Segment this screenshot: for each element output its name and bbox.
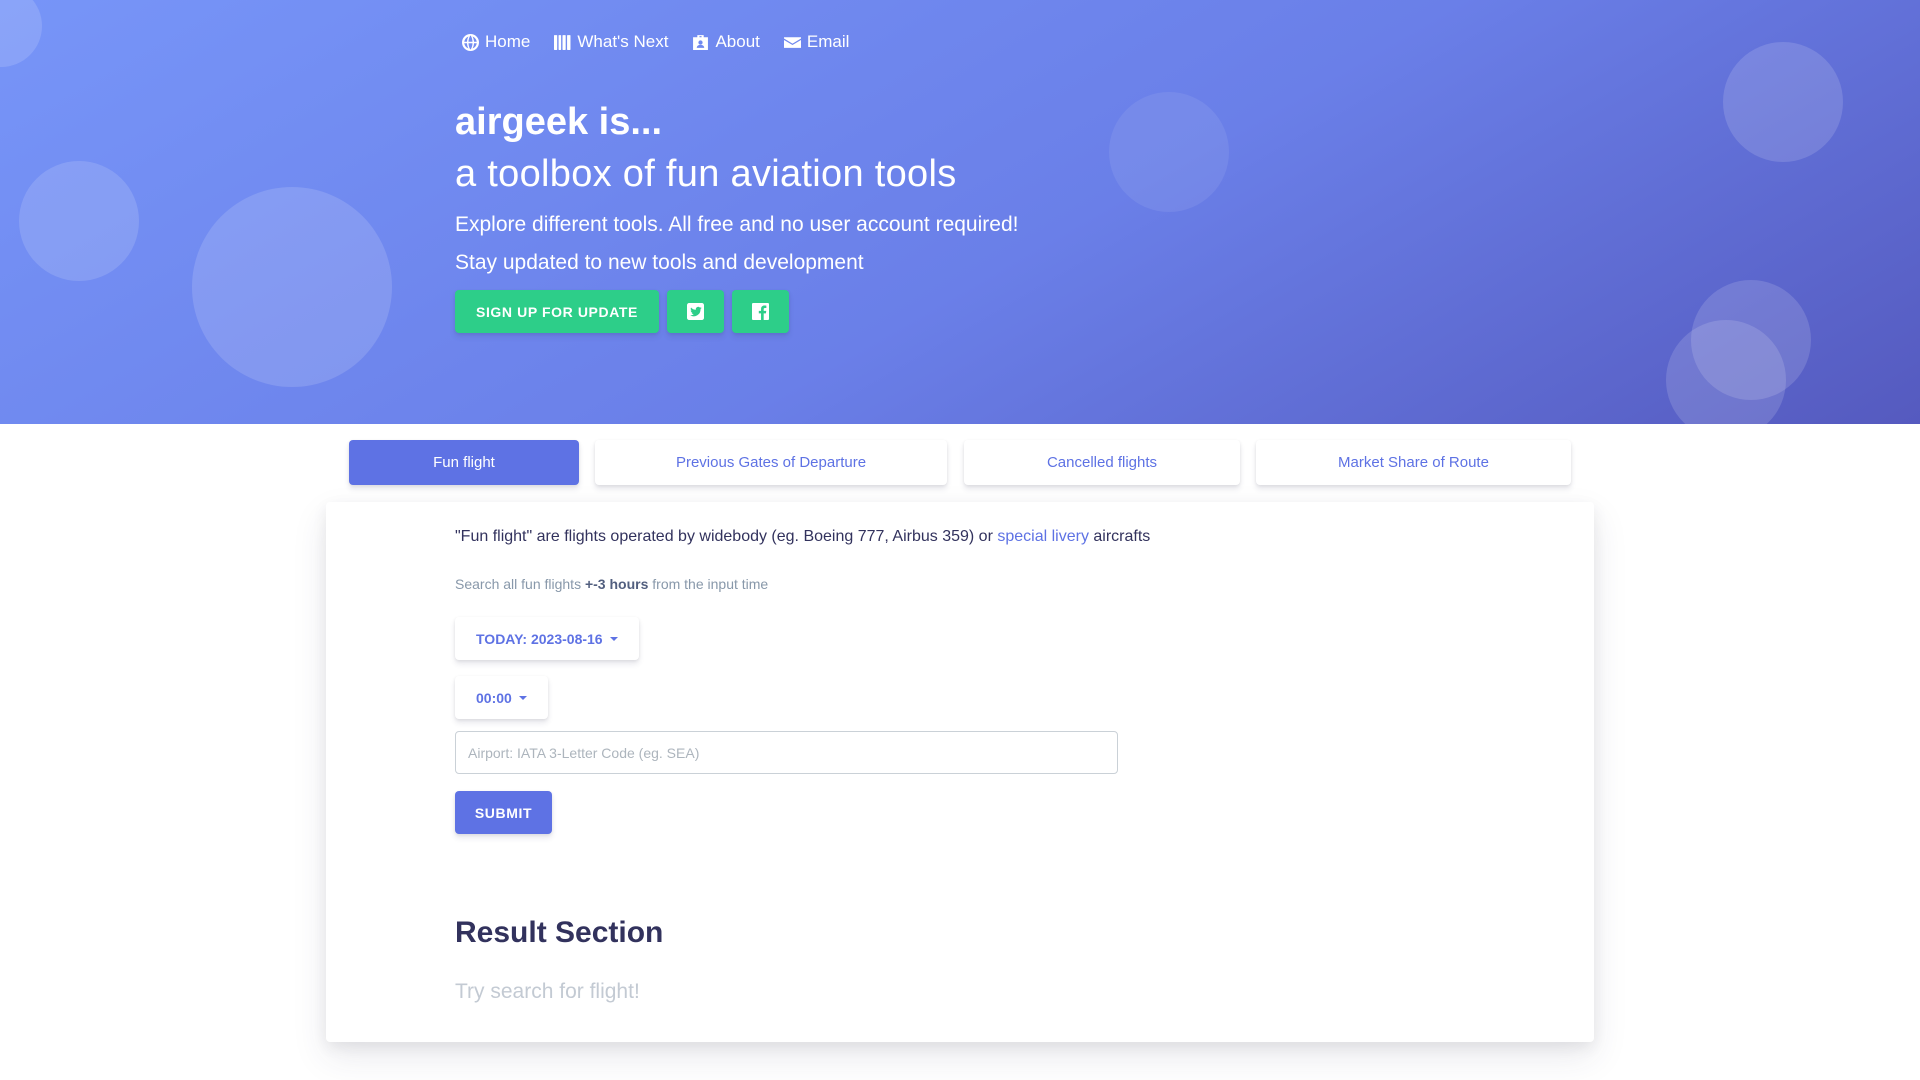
nav-home-label: Home	[485, 32, 531, 51]
hero-lead-updates: Stay updated to new tools and developmen…	[455, 251, 864, 274]
hero-title: airgeek is...	[455, 101, 663, 143]
decorative-circle	[1723, 42, 1843, 162]
nav-home[interactable]: Home	[462, 32, 530, 52]
nav-whats-next[interactable]: What's Next	[554, 32, 668, 52]
search-hint: Search all fun flights +-3 hours from th…	[455, 576, 768, 592]
columns-icon	[554, 34, 571, 50]
date-dropdown[interactable]: TODAY: 2023-08-16	[455, 617, 639, 660]
date-dropdown-label: TODAY: 2023-08-16	[476, 630, 603, 647]
facebook-icon	[751, 303, 769, 320]
hero-lead: Explore different tools. All free and no…	[455, 213, 1019, 236]
nav-email[interactable]: Email	[783, 32, 850, 52]
tool-tabs: Fun flight Previous Gates of Departure C…	[0, 440, 1920, 485]
hero-subtitle: a toolbox of fun aviation tools	[455, 153, 957, 195]
hero-content: airgeek is... a toolbox of fun aviation …	[455, 96, 1018, 333]
caret-down-icon	[609, 636, 618, 641]
tab-cancelled-flights[interactable]: Cancelled flights	[964, 440, 1240, 485]
envelope-icon	[783, 36, 801, 48]
decorative-circle	[0, 0, 42, 67]
top-nav: Home What's Next About Email	[462, 32, 849, 52]
result-section-title: Result Section	[455, 916, 664, 949]
nav-about[interactable]: About	[692, 32, 760, 52]
intro-text: "Fun flight" are flights operated by wid…	[455, 528, 998, 545]
decorative-circle	[19, 161, 139, 281]
time-dropdown-label: 00:00	[476, 689, 512, 706]
tab-previous-gates[interactable]: Previous Gates of Departure	[595, 440, 947, 485]
signup-button[interactable]: Sign up for update	[455, 290, 659, 333]
id-badge-icon	[693, 34, 709, 50]
nav-email-label: Email	[806, 32, 850, 51]
tab-market-share[interactable]: Market Share of Route	[1256, 440, 1571, 485]
tab-fun-flight[interactable]: Fun flight	[349, 440, 579, 485]
facebook-button[interactable]	[731, 290, 789, 333]
nav-about-label: About	[715, 32, 760, 51]
hero-section: Home What's Next About Email airgeek is.…	[0, 0, 1920, 424]
decorative-circle	[192, 187, 392, 387]
nav-whats-next-label: What's Next	[577, 32, 669, 51]
hint-text-end: from the input time	[648, 576, 769, 592]
airport-input[interactable]	[455, 731, 1118, 774]
fun-flight-description: "Fun flight" are flights operated by wid…	[455, 528, 1150, 546]
submit-button[interactable]: Submit	[455, 791, 552, 834]
hint-text: Search all fun flights	[455, 576, 585, 592]
decorative-circle	[1109, 92, 1229, 212]
result-empty-state: Try search for flight!	[455, 980, 640, 1003]
hint-range: +-3 hours	[584, 576, 649, 592]
twitter-icon	[686, 303, 704, 320]
caret-down-icon	[518, 695, 527, 700]
time-dropdown[interactable]: 00:00	[455, 676, 548, 719]
intro-text-end: aircrafts	[1088, 528, 1151, 545]
hero-buttons: Sign up for update	[455, 290, 1018, 333]
twitter-button[interactable]	[666, 290, 724, 333]
fun-flight-card: "Fun flight" are flights operated by wid…	[326, 502, 1594, 1042]
special-livery-link[interactable]: special livery	[997, 528, 1089, 545]
globe-icon	[462, 33, 479, 51]
